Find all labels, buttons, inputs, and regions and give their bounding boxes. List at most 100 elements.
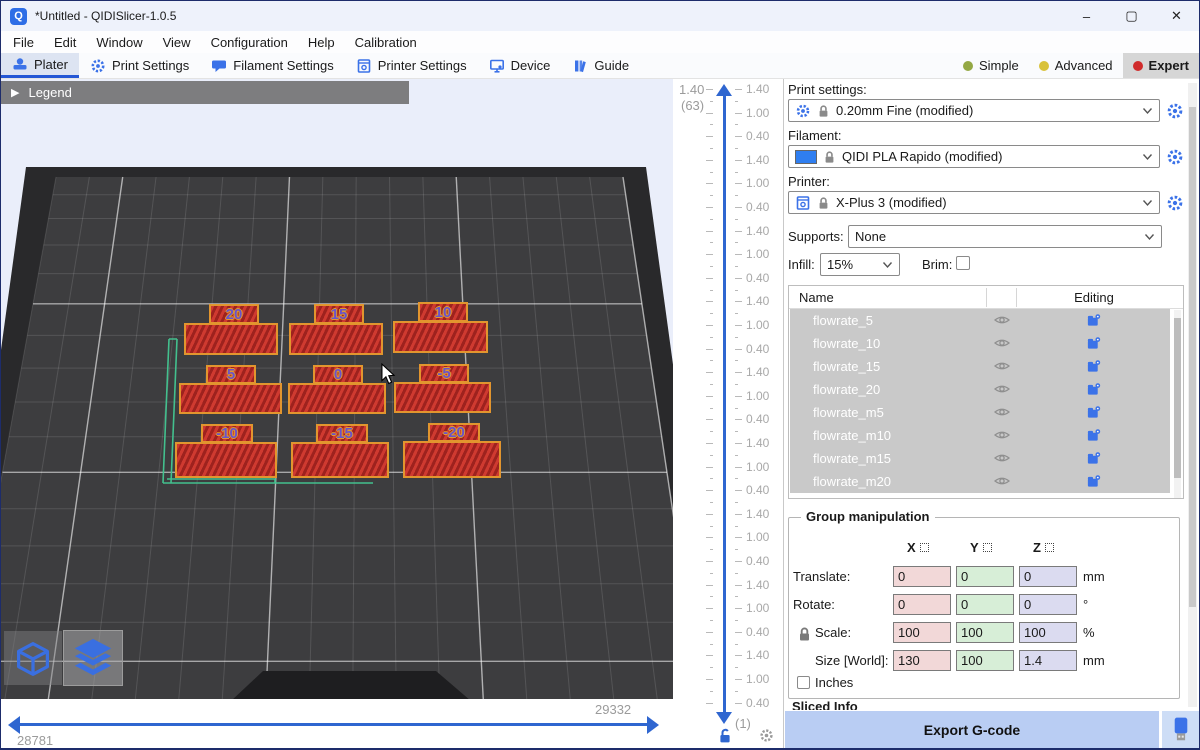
object-list-row[interactable]: flowrate_m15: [790, 447, 1170, 470]
gear-icon: [795, 103, 811, 119]
edit-object-icon[interactable]: [1086, 382, 1101, 402]
column-header-name[interactable]: Name: [799, 290, 834, 305]
tab-plater[interactable]: Plater: [1, 53, 79, 78]
export-gcode-button[interactable]: Export G-code: [785, 711, 1159, 749]
scrollbar-thumb[interactable]: [1174, 318, 1181, 478]
layer-slider-track[interactable]: [723, 95, 726, 713]
edit-object-icon[interactable]: [1086, 428, 1101, 448]
object-list-row[interactable]: flowrate_5: [790, 309, 1170, 332]
menu-item-calibration[interactable]: Calibration: [345, 35, 427, 50]
viewport-3d[interactable]: 20151050-5-10-15-20 ▶ Legend: [1, 79, 673, 750]
layer-slider-settings-icon[interactable]: [759, 728, 774, 743]
edit-object-icon[interactable]: [1086, 313, 1101, 333]
export-to-usb-button[interactable]: [1162, 711, 1199, 749]
edit-object-icon[interactable]: [1086, 359, 1101, 379]
printer-combo[interactable]: X-Plus 3 (modified): [788, 191, 1160, 214]
supports-combo[interactable]: None: [848, 225, 1162, 248]
manip-input[interactable]: [956, 650, 1014, 671]
layer-slider-upper-handle[interactable]: [716, 84, 732, 96]
tab-group: PlaterPrint SettingsFilament SettingsPri…: [1, 53, 640, 78]
scrollbar-thumb[interactable]: [1189, 107, 1196, 607]
menu-item-file[interactable]: File: [3, 35, 44, 50]
ruler-tick: [735, 502, 738, 503]
edit-object-icon[interactable]: [1086, 451, 1101, 471]
ruler-tick: [710, 337, 713, 338]
tab-filament-settings[interactable]: Filament Settings: [200, 53, 344, 78]
ruler-tick: [735, 113, 742, 114]
visibility-eye-icon[interactable]: [994, 336, 1010, 355]
print-settings-combo[interactable]: 0.20mm Fine (modified): [788, 99, 1160, 122]
object-list-row[interactable]: flowrate_m5: [790, 401, 1170, 424]
visibility-eye-icon[interactable]: [994, 382, 1010, 401]
manip-input[interactable]: [956, 622, 1014, 643]
menu-item-configuration[interactable]: Configuration: [201, 35, 298, 50]
move-slider-right-handle[interactable]: [647, 716, 659, 734]
edit-object-icon[interactable]: [1086, 336, 1101, 356]
tab-guide[interactable]: Guide: [561, 53, 640, 78]
mode-advanced[interactable]: Advanced: [1029, 53, 1123, 78]
mode-simple[interactable]: Simple: [953, 53, 1029, 78]
menu-item-help[interactable]: Help: [298, 35, 345, 50]
visibility-eye-icon[interactable]: [994, 428, 1010, 447]
editor-view-button[interactable]: [4, 631, 62, 685]
manip-input[interactable]: [1019, 594, 1077, 615]
inches-checkbox[interactable]: [797, 676, 810, 689]
tab-device[interactable]: Device: [478, 53, 562, 78]
manip-input[interactable]: [893, 594, 951, 615]
app-window: Q *Untitled - QIDISlicer-1.0.5 – ▢ ✕ Fil…: [0, 0, 1200, 750]
filament-combo[interactable]: QIDI PLA Rapido (modified): [788, 145, 1160, 168]
menu-item-window[interactable]: Window: [86, 35, 152, 50]
visibility-eye-icon[interactable]: [994, 451, 1010, 470]
chevron-down-icon: [1144, 233, 1155, 241]
manip-input[interactable]: [1019, 622, 1077, 643]
tab-print-settings[interactable]: Print Settings: [79, 53, 200, 78]
mode-expert[interactable]: Expert: [1123, 53, 1199, 78]
app-logo-icon: Q: [10, 8, 27, 25]
object-list-row[interactable]: flowrate_m10: [790, 424, 1170, 447]
filament-gear-icon[interactable]: [1166, 148, 1184, 166]
tab-label: Device: [511, 58, 551, 73]
preview-view-button[interactable]: [64, 631, 122, 685]
maximize-button[interactable]: ▢: [1109, 1, 1154, 31]
column-header-editing[interactable]: Editing: [1059, 290, 1129, 305]
ruler-tick-label: 1.40: [746, 82, 769, 96]
manip-input[interactable]: [893, 622, 951, 643]
edit-object-icon[interactable]: [1086, 474, 1101, 494]
ruler-tick-label: 0.40: [746, 483, 769, 497]
minimize-button[interactable]: –: [1064, 1, 1109, 31]
manip-input[interactable]: [893, 566, 951, 587]
legend-bar[interactable]: ▶ Legend: [1, 81, 409, 104]
panel-scrollbar[interactable]: [1188, 83, 1197, 707]
block-body: [179, 383, 282, 414]
infill-combo[interactable]: 15%: [820, 253, 900, 276]
brim-checkbox[interactable]: [956, 256, 970, 270]
layer-slider-lower-handle[interactable]: [716, 712, 732, 724]
layer-range-lock-icon[interactable]: [717, 727, 733, 744]
ruler-tick: [735, 514, 742, 515]
manip-input[interactable]: [956, 566, 1014, 587]
manip-input[interactable]: [1019, 650, 1077, 671]
uniform-scale-lock-icon[interactable]: [797, 626, 812, 642]
move-slider-track[interactable]: [19, 723, 647, 726]
edit-object-icon[interactable]: [1086, 405, 1101, 425]
object-rows: flowrate_5flowrate_10flowrate_15flowrate…: [789, 309, 1183, 493]
object-list-row[interactable]: flowrate_m20: [790, 470, 1170, 493]
menu-item-view[interactable]: View: [153, 35, 201, 50]
object-list-row[interactable]: flowrate_20: [790, 378, 1170, 401]
object-list-scrollbar[interactable]: [1174, 310, 1181, 498]
visibility-eye-icon[interactable]: [994, 313, 1010, 332]
visibility-eye-icon[interactable]: [994, 405, 1010, 424]
mode-dot-icon: [1039, 61, 1049, 71]
manip-input[interactable]: [956, 594, 1014, 615]
object-list-row[interactable]: flowrate_10: [790, 332, 1170, 355]
object-list-row[interactable]: flowrate_15: [790, 355, 1170, 378]
printer-gear-icon[interactable]: [1166, 194, 1184, 212]
menu-item-edit[interactable]: Edit: [44, 35, 86, 50]
close-button[interactable]: ✕: [1154, 1, 1199, 31]
print-settings-gear-icon[interactable]: [1166, 102, 1184, 120]
manip-input[interactable]: [893, 650, 951, 671]
tab-printer-settings[interactable]: Printer Settings: [345, 53, 478, 78]
visibility-eye-icon[interactable]: [994, 474, 1010, 493]
visibility-eye-icon[interactable]: [994, 359, 1010, 378]
manip-input[interactable]: [1019, 566, 1077, 587]
